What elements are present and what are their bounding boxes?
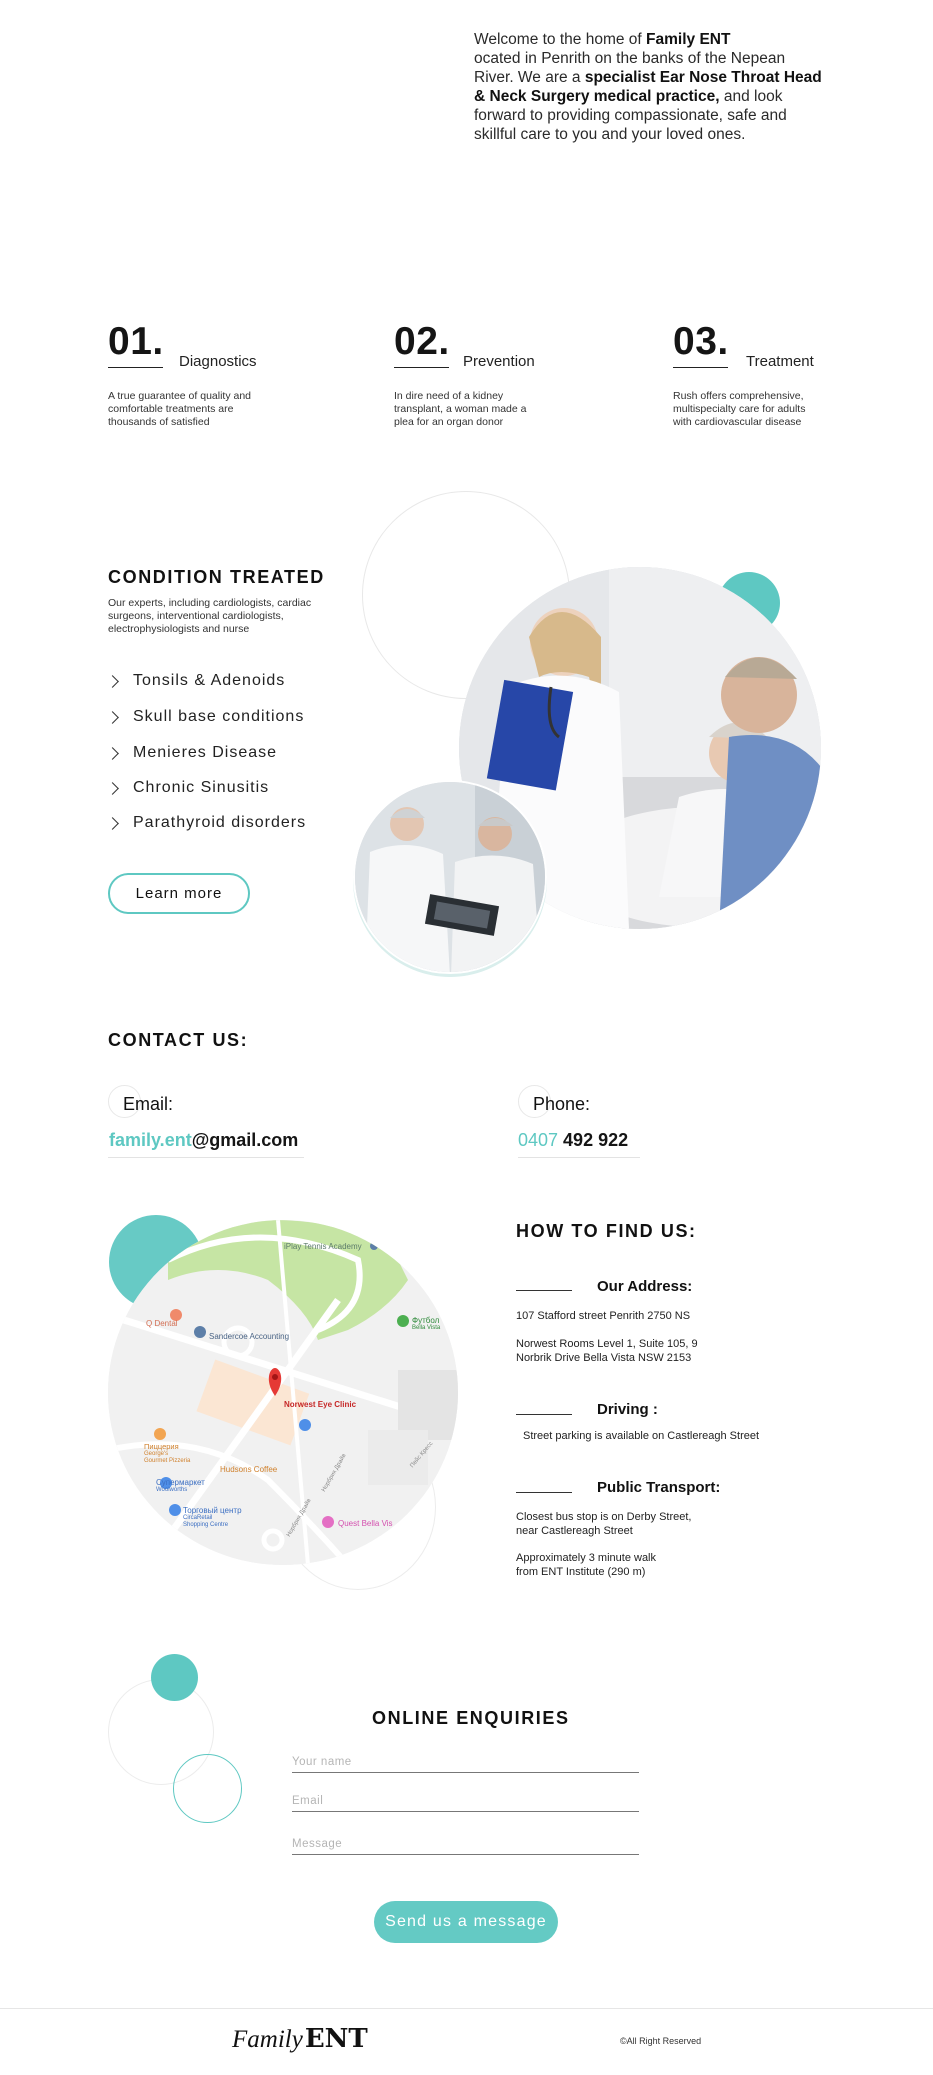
chevron-right-icon	[106, 781, 119, 795]
logo-text: ENT	[304, 2024, 368, 2054]
step-3: 03. Treatment Rush offers comprehensive,…	[673, 320, 814, 428]
footer-divider	[0, 2008, 933, 2009]
phone-value[interactable]: 0407 492 922	[518, 1130, 628, 1151]
enquiry-teal-ring	[173, 1754, 242, 1823]
address-line-1: 107 Stafford street Penrith 2750 NS	[516, 1310, 691, 1322]
condition-label: Chronic Sinusitis	[133, 779, 270, 796]
find-us-heading: HOW TO FIND US:	[516, 1221, 697, 1241]
map-label-pizza-sub: Gourmet Pizzeria	[144, 1458, 191, 1464]
name-field[interactable]	[292, 1756, 639, 1773]
chevron-right-icon	[106, 710, 119, 724]
step-divider	[108, 367, 163, 368]
step-divider	[673, 367, 728, 368]
intro-bold-brand: Family ENT	[646, 31, 731, 48]
driving-divider	[516, 1414, 572, 1415]
intro-paragraph: Welcome to the home of Family ENT ocated…	[474, 30, 826, 144]
map-label-supermarket: Супермаркет	[156, 1478, 205, 1487]
step-number: 01.	[108, 320, 164, 363]
step-title: Treatment	[746, 353, 814, 370]
condition-label: Tonsils & Adenoids	[133, 672, 286, 689]
map-label-football-sub: Bella Vista	[412, 1325, 441, 1331]
map-label-mall: Торговый центр	[183, 1506, 242, 1515]
step-title: Diagnostics	[179, 353, 257, 370]
email-username: family.ent	[109, 1130, 192, 1150]
enquiry-teal-dot	[151, 1654, 198, 1701]
doctors-xray-photo	[353, 780, 547, 974]
condition-item[interactable]: Tonsils & Adenoids	[106, 672, 286, 690]
map-illustration	[108, 1220, 458, 1565]
transport-line-2b: from ENT Institute (290 m)	[516, 1566, 646, 1578]
map-label-mall-sub: Shopping Centre	[183, 1522, 229, 1528]
address-line-2b: Norbrik Drive Bella Vista NSW 2153	[516, 1352, 692, 1364]
conditions-heading: CONDITION TREATED	[108, 567, 325, 587]
location-map[interactable]: iPlay Tennis Academy Q Dental Sandercoe …	[108, 1220, 458, 1565]
copyright-text: ©All Right Reserved	[620, 2036, 702, 2046]
step-description: In dire need of a kidney transplant, a w…	[394, 390, 527, 428]
transport-divider	[516, 1492, 572, 1493]
conditions-description: Our experts, including cardiologists, ca…	[108, 597, 312, 635]
transport-line-1b: near Castlereagh Street	[516, 1525, 633, 1537]
map-label-mall-sub: CircaRetail	[183, 1515, 213, 1521]
enquiries-heading: ONLINE ENQUIRIES	[372, 1708, 570, 1728]
step-2: 02. Prevention In dire need of a kidney …	[394, 320, 535, 428]
step-description: A true guarantee of quality and comforta…	[108, 390, 252, 428]
map-label-football: Футбол	[412, 1316, 440, 1325]
condition-item[interactable]: Chronic Sinusitis	[106, 779, 270, 797]
chevron-right-icon	[106, 746, 119, 760]
message-field[interactable]	[292, 1838, 639, 1855]
chevron-right-icon	[106, 674, 119, 688]
map-label-dental: Q Dental	[146, 1319, 178, 1328]
condition-item[interactable]: Menieres Disease	[106, 744, 278, 762]
map-label-supermarket-sub: Woolworths	[156, 1487, 188, 1493]
phone-number: 492 922	[558, 1130, 629, 1150]
address-divider	[516, 1290, 572, 1291]
email-input[interactable]	[292, 1795, 639, 1807]
driving-label: Driving :	[597, 1401, 658, 1418]
driving-text: Street parking is available on Castlerea…	[523, 1430, 760, 1442]
email-value[interactable]: family.ent@gmail.com	[109, 1130, 298, 1151]
condition-label: Menieres Disease	[133, 744, 278, 761]
condition-label: Parathyroid disorders	[133, 814, 307, 831]
step-number: 03.	[673, 320, 729, 363]
step-1: 01. Diagnostics A true guarantee of qual…	[108, 320, 257, 428]
transport-label: Public Transport:	[597, 1479, 721, 1496]
email-label: Email:	[123, 1094, 174, 1114]
step-divider	[394, 367, 449, 368]
phone-underline	[518, 1157, 640, 1158]
chevron-right-icon	[106, 816, 119, 830]
map-label-clinic: Norwest Eye Clinic	[284, 1400, 357, 1409]
address-line-2a: Norwest Rooms Level 1, Suite 105, 9	[516, 1338, 698, 1350]
phone-label: Phone:	[533, 1094, 591, 1114]
learn-more-button[interactable]: Learn more	[108, 873, 250, 914]
map-label-tennis: iPlay Tennis Academy	[284, 1242, 362, 1251]
transport-line-2a: Approximately 3 minute walk	[516, 1552, 657, 1564]
map-label-pizza-sub: George's	[144, 1451, 169, 1457]
intro-text: Welcome to the home of	[474, 31, 647, 48]
message-input[interactable]	[292, 1838, 639, 1850]
map-label-hudsons: Hudsons Coffee	[220, 1465, 278, 1474]
step-title: Prevention	[463, 353, 535, 370]
step-description: Rush offers comprehensive, multispecialt…	[673, 390, 806, 428]
map-label-quest: Quest Bella Vis	[338, 1519, 393, 1528]
footer-logo[interactable]: FamilyENT	[232, 2024, 368, 2054]
email-field[interactable]	[292, 1795, 639, 1812]
email-underline	[108, 1157, 304, 1158]
logo-script: Family	[232, 2026, 303, 2053]
condition-item[interactable]: Skull base conditions	[106, 708, 305, 726]
map-label-pizza: Пиццерия	[144, 1442, 179, 1451]
step-number: 02.	[394, 320, 450, 363]
map-label-sandercoe: Sandercoe Accounting	[209, 1332, 290, 1341]
email-domain: @gmail.com	[191, 1130, 299, 1150]
doctors-illustration	[355, 782, 545, 972]
condition-label: Skull base conditions	[133, 708, 305, 725]
name-input[interactable]	[292, 1756, 639, 1768]
address-label: Our Address:	[597, 1278, 693, 1295]
send-message-button[interactable]: Send us a message	[374, 1901, 558, 1943]
phone-prefix: 0407	[518, 1130, 559, 1150]
condition-item[interactable]: Parathyroid disorders	[106, 814, 307, 832]
contact-heading: CONTACT US:	[108, 1030, 249, 1050]
transport-line-1a: Closest bus stop is on Derby Street,	[516, 1511, 692, 1523]
